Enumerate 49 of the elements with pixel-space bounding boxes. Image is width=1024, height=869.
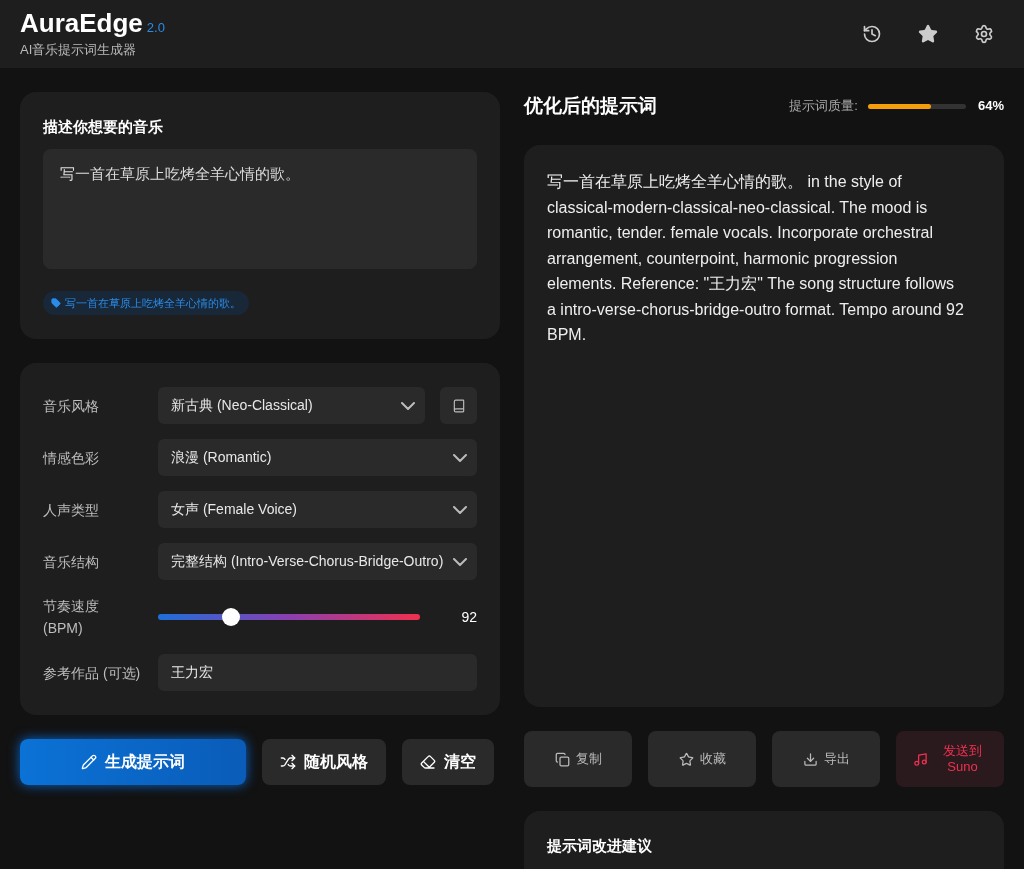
star-icon[interactable] [918,24,938,44]
reference-input[interactable]: 王力宏 [158,654,477,691]
history-icon[interactable] [862,24,882,44]
prompt-output: 写一首在草原上吃烤全羊心情的歌。 in the style of classical-modern-classical-neo-classical. The mood is romantic, tender. female vocals. Incorporate orchestral arrangement, counterpoint, harmonic progression elements. Reference: "王力宏" The song structure follows a intro-verse-chorus-bridge-outro format. Tempo around 92 BPM. [524,145,1004,707]
card-title: 提示词改进建议 [547,836,653,856]
app-subtitle: AI音乐提示词生成器 [20,41,138,60]
copy-icon [554,751,570,767]
star-icon [678,751,694,767]
shuffle-icon [280,754,296,770]
field-label: 音乐结构 [43,552,100,572]
book-icon [451,398,466,413]
dropdown[interactable]: 浪漫 (Romantic) [158,439,477,476]
chevron-down-icon [453,557,467,566]
bpm-slider[interactable] [158,608,420,626]
quality-label: 提示词质量: [789,97,858,116]
settings-icon[interactable] [974,24,994,44]
field-label: 节奏速度 (BPM) [43,597,100,638]
send-button[interactable]: 发送到 Suno [896,731,1004,787]
description-textarea[interactable]: 写一首在草原上吃烤全羊心情的歌。 [43,148,477,269]
copy-button[interactable]: 复制 [524,731,632,787]
dropdown[interactable]: 新古典 (Neo-Classical) [158,387,425,424]
random-style-button[interactable]: 随机风格 [262,739,386,785]
tag-icon [51,297,61,308]
pencil-icon [81,754,97,770]
chevron-down-icon [453,453,467,462]
field-label: 人声类型 [43,500,100,520]
chevron-down-icon [453,505,467,514]
bpm-value: 92 [460,607,477,627]
field-label: 音乐风格 [43,396,100,416]
version-label: 2.0 [146,18,165,37]
card-title: 描述你想要的音乐 [43,117,164,137]
generate-button[interactable]: 生成提示词 [20,739,246,785]
field-label: 情感色彩 [43,448,100,468]
keyword-tag[interactable]: 写一首在草原上吃烤全羊心情的歌。 [43,290,249,315]
app-title: AuraEdge [20,8,143,39]
favorite-button[interactable]: 收藏 [648,731,756,787]
chevron-down-icon [401,401,415,410]
result-title: 优化后的提示词 [524,93,657,118]
dropdown[interactable]: 女声 (Female Voice) [158,491,477,528]
library-button[interactable] [440,387,477,424]
export-button[interactable]: 导出 [772,731,880,787]
download-icon [802,751,818,767]
clear-button[interactable]: 清空 [402,739,494,785]
dropdown[interactable]: 完整结构 (Intro-Verse-Chorus-Bridge-Outro) [158,543,477,580]
slider-thumb[interactable] [222,608,241,626]
eraser-icon [420,754,436,770]
music-note-icon [912,751,928,767]
field-label: 参考作品 (可选) [43,663,142,683]
quality-percent: 64% [977,97,1004,116]
